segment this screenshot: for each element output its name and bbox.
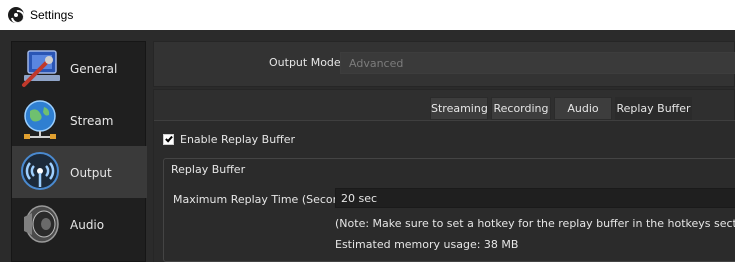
broadcast-antenna-icon: [21, 152, 59, 190]
enable-replay-buffer-label[interactable]: Enable Replay Buffer: [180, 133, 295, 146]
hotkey-note: (Note: Make sure to set a hotkey for the…: [335, 217, 735, 230]
replay-buffer-group: Replay Buffer Maximum Replay Time (Secon…: [163, 158, 735, 262]
settings-window-body: General Stream Output Audio Output Mode …: [0, 30, 735, 262]
sidebar-item-stream[interactable]: Stream: [12, 94, 147, 146]
sidebar-item-label: Stream: [70, 114, 114, 128]
globe-network-icon: [24, 100, 56, 139]
title-bar: Settings: [0, 0, 735, 30]
enable-replay-buffer-checkbox[interactable]: [163, 134, 174, 145]
sidebar-item-label: Output: [70, 166, 112, 180]
tab-recording[interactable]: Recording: [491, 97, 551, 120]
output-mode-select[interactable]: Advanced: [340, 52, 735, 74]
settings-sidebar: General Stream Output Audio: [11, 41, 147, 262]
max-replay-time-label: Maximum Replay Time (Seconds): [173, 193, 357, 206]
output-mode-label: Output Mode: [269, 56, 341, 69]
replay-buffer-tab-panel: Enable Replay Buffer Replay Buffer Maxim…: [154, 120, 735, 262]
output-settings-panel: Streaming Recording Audio Replay Buffer …: [153, 89, 735, 262]
speaker-icon: [24, 205, 59, 243]
tab-audio[interactable]: Audio: [554, 97, 612, 120]
tab-replay-buffer[interactable]: Replay Buffer: [615, 97, 692, 120]
group-title: Replay Buffer: [171, 163, 246, 176]
sidebar-item-label: General: [70, 62, 118, 76]
output-mode-row: Output Mode Advanced: [153, 41, 735, 87]
window-title: Settings: [30, 8, 74, 22]
sidebar-item-general[interactable]: General: [12, 42, 147, 94]
max-replay-time-input[interactable]: 20 sec: [335, 188, 735, 208]
sidebar-item-output[interactable]: Output: [12, 146, 147, 198]
general-settings-icon: [22, 50, 60, 87]
sidebar-item-label: Audio: [70, 218, 105, 232]
checkmark-icon: [165, 134, 173, 143]
obs-logo-icon: [8, 7, 24, 23]
memory-usage-text: Estimated memory usage: 38 MB: [335, 238, 519, 251]
sidebar-item-audio[interactable]: Audio: [12, 198, 147, 250]
tab-streaming[interactable]: Streaming: [430, 97, 488, 120]
